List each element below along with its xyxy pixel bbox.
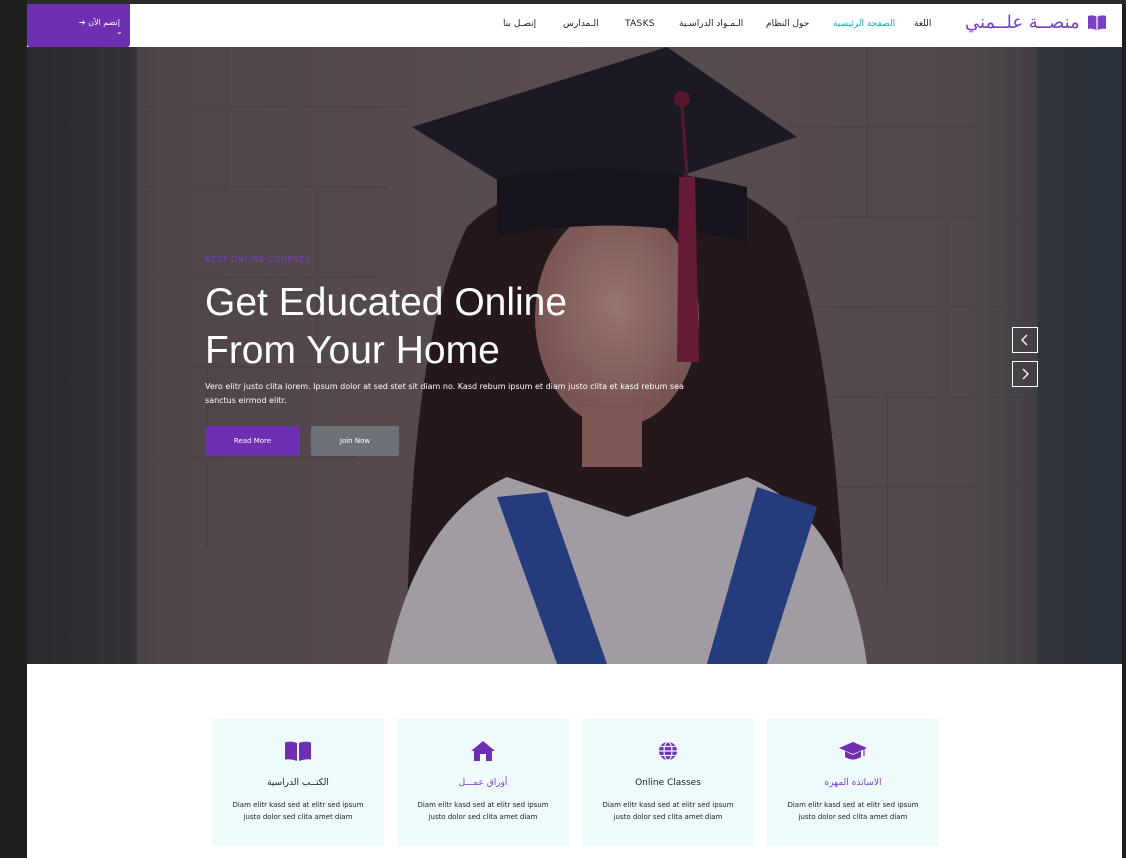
brand[interactable]: منصــة علــمني xyxy=(965,12,1106,33)
nav-item-schools[interactable]: الـمدارس xyxy=(563,19,599,29)
chevron-down-icon: ⌄ xyxy=(116,27,123,36)
nav-item-contact[interactable]: إتصـل بنا xyxy=(503,19,536,29)
hero-title-line1: Get Educated Online xyxy=(205,281,568,324)
feature-title: الكتــب الدراسية xyxy=(267,778,329,788)
feature-description: Diam elitr kasd sed at elitr sed ipsum j… xyxy=(232,801,364,821)
navbar: إنضم الآن ➔ ⌄ إتصـل بنا الـمدارس TASKS ا… xyxy=(27,4,1122,47)
nav-item-home[interactable]: الصفحة الرئيسية xyxy=(833,19,895,29)
hero-join-now-button[interactable]: Join Now xyxy=(311,426,399,456)
home-icon xyxy=(397,741,569,761)
book-icon xyxy=(1087,15,1106,30)
graduation-cap-icon xyxy=(767,741,939,761)
hero-description: Vero elitr justo clita lorem. Ipsum dolo… xyxy=(205,382,684,405)
feature-card-worksheets[interactable]: أوراق عمـــل Diam elitr kasd sed at elit… xyxy=(397,719,569,846)
hero-title: Get Educated Online From Your Home xyxy=(205,279,685,375)
feature-title: Online Classes xyxy=(635,778,701,788)
nav-item-subjects[interactable]: الـمـواد الدراسـية xyxy=(679,19,743,29)
nav-item-language[interactable]: اللغة xyxy=(914,19,931,29)
hero-title-line2: From Your Home xyxy=(205,329,500,372)
join-now-button[interactable]: إنضم الآن ➔ ⌄ xyxy=(27,4,130,47)
feature-description: Diam elitr kasd sed at elitr sed ipsum j… xyxy=(417,801,549,821)
hero-eyebrow: BEST ONLINE COURSES xyxy=(205,255,311,264)
feature-title: الاساتذة المهرة xyxy=(824,778,882,788)
brand-name: منصــة علــمني xyxy=(965,12,1080,33)
book-icon xyxy=(212,741,384,761)
feature-title: أوراق عمـــل xyxy=(458,778,508,788)
left-dark-bar xyxy=(0,0,27,858)
chevron-left-icon xyxy=(1020,334,1030,346)
carousel-next-button[interactable] xyxy=(1012,361,1038,387)
hero-carousel: BEST ONLINE COURSES Get Educated Online … xyxy=(27,47,1122,664)
feature-card-teachers[interactable]: الاساتذة المهرة Diam elitr kasd sed at e… xyxy=(767,719,939,846)
feature-card-online-classes[interactable]: Online Classes Diam elitr kasd sed at el… xyxy=(582,719,754,846)
chevron-right-icon xyxy=(1020,368,1030,380)
nav-item-tasks[interactable]: TASKS xyxy=(625,19,655,29)
globe-icon xyxy=(582,741,754,761)
read-more-button[interactable]: Read More xyxy=(205,426,300,456)
feature-card-books[interactable]: الكتــب الدراسية Diam elitr kasd sed at … xyxy=(212,719,384,846)
features-section: الكتــب الدراسية Diam elitr kasd sed at … xyxy=(27,664,1122,858)
join-now-label: إنضم الآن ➔ xyxy=(78,18,120,27)
carousel-prev-button[interactable] xyxy=(1012,327,1038,353)
nav-item-about[interactable]: حول النظام xyxy=(766,19,809,29)
feature-description: Diam elitr kasd sed at elitr sed ipsum j… xyxy=(787,801,919,821)
page: إنضم الآن ➔ ⌄ إتصـل بنا الـمدارس TASKS ا… xyxy=(27,4,1122,858)
feature-description: Diam elitr kasd sed at elitr sed ipsum j… xyxy=(602,801,734,821)
